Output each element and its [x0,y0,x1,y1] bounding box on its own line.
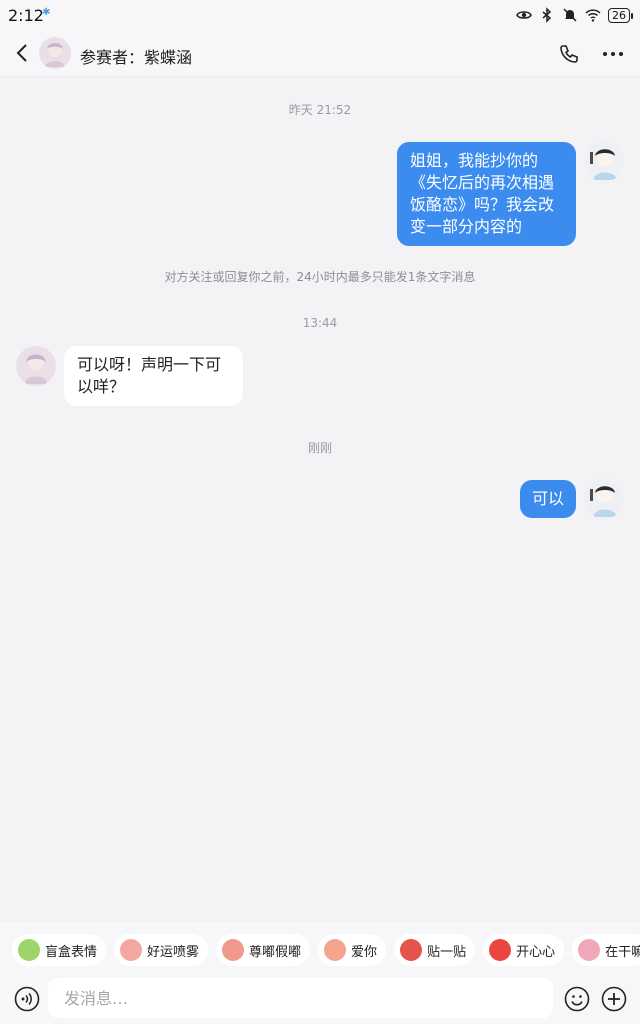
quick-reply-chip[interactable]: 爱你 [318,934,387,966]
lucky-spray-emoji-icon [120,939,143,961]
eye-icon [516,11,532,19]
message-limit-notice: 对方关注或回复你之前，24小时内最多只能发1条文字消息 [164,270,476,284]
their-message-bubble[interactable]: 可以呀！声明一下可以咩？ [64,346,243,406]
emoji-icon[interactable] [564,986,590,1012]
bluetooth-icon [542,7,552,23]
back-arrow-icon[interactable] [12,42,34,64]
blind-box-emoji-icon [18,939,40,961]
avatar-image [16,346,56,386]
chip-label: 尊嘟假嘟 [249,944,302,960]
quick-reply-chip[interactable]: 尊嘟假嘟 [216,934,311,966]
chip-label: 贴一贴 [427,944,467,960]
page-title: 参赛者：紫蝶涵 [80,48,193,67]
chip-label: 在干嘛 [605,944,640,960]
chip-label: 盲盒表情 [45,944,98,960]
love-you-emoji-icon [324,939,347,961]
notification-icon: ✱ [42,7,51,18]
more-options-icon[interactable] [602,44,624,64]
my-avatar[interactable] [584,142,624,182]
my-message-bubble[interactable]: 可以 [520,480,576,518]
what-doing-emoji-icon [578,939,601,961]
my-message-bubble[interactable]: 姐姐，我能抄你的《失忆后的再次相遇饭酪恋》吗？我会改变一部分内容的 [397,142,576,246]
chip-label: 爱你 [351,944,378,960]
voice-input-icon[interactable] [14,986,40,1012]
timestamp: 刚刚 [307,441,332,455]
status-time: 2:12 [8,6,44,25]
avatar-image [39,37,71,69]
quick-reply-chip[interactable]: 盲盒表情 [12,934,107,966]
quick-reply-bar: 盲盒表情 好运喷雾 尊嘟假嘟 爱你 贴一贴 开心心 在干嘛 [12,934,640,966]
wifi-icon [585,9,601,22]
contact-avatar[interactable] [39,37,71,69]
status-bar: 2:12 ✱ 26 [0,0,640,32]
cuddle-emoji-icon [400,939,423,961]
phone-icon[interactable] [558,43,580,65]
composer-area: 盲盒表情 好运喷雾 尊嘟假嘟 爱你 贴一贴 开心心 在干嘛 [0,922,640,1024]
my-avatar[interactable] [584,479,624,519]
chip-label: 好运喷雾 [147,944,200,960]
happy-emoji-icon [489,939,512,961]
quick-reply-chip[interactable]: 好运喷雾 [114,934,209,966]
message-input[interactable] [48,978,553,1018]
avatar-image [584,142,624,182]
contact-avatar[interactable] [16,346,56,386]
status-icons: 26 [516,7,633,23]
timestamp: 13:44 [302,316,338,330]
mute-bell-icon [563,8,577,22]
avatar-image [584,479,624,519]
quick-reply-chip[interactable]: 在干嘛 [572,934,640,966]
quick-reply-chip[interactable]: 开心心 [483,934,565,966]
battery-indicator: 26 [608,7,633,23]
quick-reply-chip[interactable]: 贴一贴 [394,934,476,966]
chip-label: 开心心 [516,944,556,960]
really-emoji-icon [222,939,245,961]
timestamp: 昨天 21:52 [288,103,352,117]
chat-header: 参赛者：紫蝶涵 [0,32,640,77]
plus-icon[interactable] [601,986,627,1012]
